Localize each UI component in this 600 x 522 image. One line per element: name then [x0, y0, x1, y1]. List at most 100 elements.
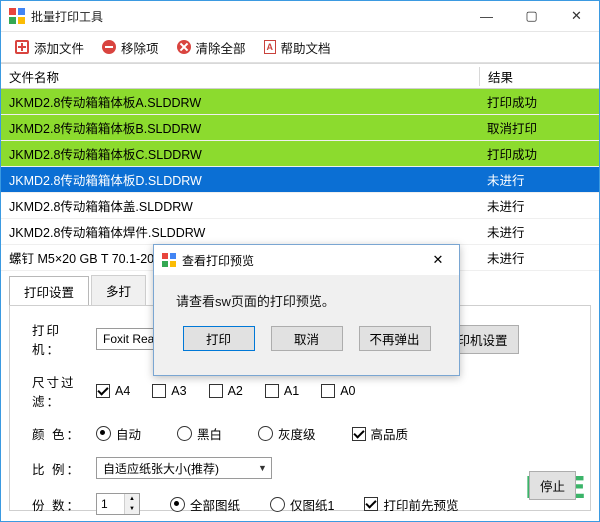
size-filter-row: 尺寸过滤： A4 A3 A2 A1 A0	[10, 372, 590, 410]
dialog-dont-show-again-button[interactable]: 不再弹出	[358, 326, 431, 351]
window-controls: — ▢ ✕	[464, 1, 599, 31]
color-gray-option[interactable]: 灰度级	[258, 424, 316, 443]
dialog-close-button[interactable]: ✕	[417, 245, 459, 275]
checkbox-a3-icon	[152, 384, 167, 398]
copies-row: 份 数： 1 ▲ ▼ 全部图纸 仅图纸1 打印前先预览	[10, 493, 590, 515]
size-filter-a1-label: A1	[283, 384, 300, 398]
size-filter-a0-label: A0	[340, 384, 356, 398]
close-button[interactable]: ✕	[554, 1, 599, 31]
checkbox-preview-icon	[364, 497, 379, 511]
checkbox-a4-icon	[96, 384, 110, 398]
column-header-name[interactable]: 文件名称	[1, 67, 479, 86]
radio-all-sheets-icon	[170, 496, 185, 512]
radio-auto-icon	[96, 426, 111, 441]
table-row-selected[interactable]: JKMD2.8传动箱箱体板D.SLDDRW 未进行	[1, 167, 599, 193]
dialog-print-button[interactable]: 打印	[182, 326, 255, 351]
radio-only-sheet1-icon	[270, 496, 286, 512]
color-row: 颜 色： 自动 黑白 灰度级 高品质	[10, 424, 590, 443]
stepper-down-icon[interactable]: ▼	[125, 504, 139, 514]
all-sheets-option[interactable]: 全部图纸	[170, 495, 240, 514]
checkbox-high-quality-icon	[351, 426, 366, 441]
radio-bw-icon	[177, 426, 193, 441]
remove-item-button[interactable]: 移除项	[94, 35, 167, 60]
size-filter-label: 尺寸过滤：	[32, 376, 76, 409]
window-title: 批量打印工具	[31, 9, 104, 24]
table-row[interactable]: JKMD2.8传动箱箱体板A.SLDDRW 打印成功	[1, 89, 599, 115]
only-sheet1-option[interactable]: 仅图纸1	[270, 495, 334, 514]
size-filter-a3[interactable]: A3	[152, 384, 187, 398]
pdf-help-icon	[263, 40, 276, 54]
size-filter-a4-label: A4	[115, 384, 131, 398]
stop-button[interactable]: 停止	[528, 471, 576, 500]
title-bar: 批量打印工具 — ▢ ✕	[1, 1, 599, 32]
checkbox-a2-icon	[208, 384, 223, 398]
printer-label: 打印机：	[32, 324, 62, 357]
size-filter-a1[interactable]: A1	[264, 384, 300, 398]
preview-before-print-option[interactable]: 打印前先预览	[364, 495, 458, 514]
tab-multi-print[interactable]: 多打	[91, 275, 147, 305]
remove-item-icon	[102, 40, 117, 54]
color-hq-label: 高品质	[370, 428, 409, 442]
dialog-title-bar: 查看打印预览 ✕	[154, 245, 459, 275]
ratio-row: 比 例： 自适应纸张大小(推荐) ▼	[10, 457, 590, 479]
maximize-button[interactable]: ▢	[509, 1, 554, 31]
size-filter-a2[interactable]: A2	[208, 384, 243, 398]
clear-all-button[interactable]: 清除全部	[169, 35, 254, 60]
copies-value[interactable]: 1	[97, 494, 124, 514]
size-filter-a2-label: A2	[227, 384, 243, 398]
dialog-title-left: 查看打印预览	[154, 252, 254, 269]
size-filter-a3-label: A3	[171, 384, 187, 398]
help-doc-label: 帮助文档	[280, 41, 331, 56]
color-auto-label: 自动	[116, 428, 142, 442]
dialog-message: 请查看sw页面的打印预览。	[176, 294, 335, 309]
toolbar: 添加文件 移除项 清除全部 帮助文档	[1, 32, 599, 63]
ratio-select[interactable]: 自适应纸张大小(推荐) ▼	[96, 457, 272, 479]
stepper-up-icon[interactable]: ▲	[125, 494, 139, 504]
file-name: JKMD2.8传动箱箱体板A.SLDDRW	[9, 96, 202, 110]
size-filter-a0[interactable]: A0	[321, 384, 355, 398]
print-preview-dialog: 查看打印预览 ✕ 请查看sw页面的打印预览。 打印 取消 不再弹出	[153, 244, 460, 376]
color-label: 颜 色：	[32, 428, 81, 442]
file-result: 取消打印	[487, 122, 538, 136]
help-doc-button[interactable]: 帮助文档	[256, 35, 339, 60]
column-header-result[interactable]: 结果	[479, 66, 599, 86]
dialog-button-row: 打印 取消 不再弹出	[154, 326, 459, 351]
dialog-cancel-button[interactable]: 取消	[270, 326, 343, 351]
add-file-icon	[15, 40, 29, 54]
color-bw-option[interactable]: 黑白	[177, 424, 222, 443]
copies-stepper[interactable]: 1 ▲ ▼	[96, 493, 140, 515]
add-file-button[interactable]: 添加文件	[7, 35, 92, 60]
table-row[interactable]: JKMD2.8传动箱箱体板B.SLDDRW 取消打印	[1, 115, 599, 141]
color-auto-option[interactable]: 自动	[96, 424, 141, 443]
clear-all-icon	[176, 40, 191, 54]
dialog-app-icon	[162, 253, 176, 267]
file-result: 未进行	[487, 226, 525, 240]
app-logo-icon	[9, 8, 25, 24]
color-gray-label: 灰度级	[278, 428, 316, 442]
ratio-label: 比 例：	[32, 462, 81, 477]
clear-all-label: 清除全部	[195, 41, 246, 56]
checkbox-a0-icon	[321, 384, 336, 398]
file-list-header: 文件名称 结果	[1, 64, 599, 89]
minimize-button[interactable]: —	[464, 1, 509, 31]
copies-label: 份 数：	[32, 498, 81, 513]
size-filter-a4[interactable]: A4	[96, 384, 130, 398]
remove-item-label: 移除项	[121, 41, 159, 56]
app-window: 批量打印工具 — ▢ ✕ 添加文件 移除项 清除全部 帮助文档 文件名称 结	[0, 0, 600, 522]
color-high-quality-option[interactable]: 高品质	[351, 424, 409, 443]
ratio-select-value: 自适应纸张大小(推荐)	[103, 461, 219, 476]
preview-before-print-label: 打印前先预览	[383, 498, 459, 513]
add-file-label: 添加文件	[34, 41, 85, 56]
table-row[interactable]: JKMD2.8传动箱箱体焊件.SLDDRW 未进行	[1, 219, 599, 245]
table-row[interactable]: JKMD2.8传动箱箱体板C.SLDDRW 打印成功	[1, 141, 599, 167]
table-row[interactable]: JKMD2.8传动箱箱体盖.SLDDRW 未进行	[1, 193, 599, 219]
file-result: 未进行	[487, 200, 525, 214]
chevron-down-icon: ▼	[258, 463, 267, 473]
radio-gray-icon	[258, 426, 274, 441]
file-result: 打印成功	[487, 96, 538, 110]
file-name: JKMD2.8传动箱箱体盖.SLDDRW	[9, 200, 193, 214]
stepper-arrows[interactable]: ▲ ▼	[124, 494, 139, 514]
tab-print-settings[interactable]: 打印设置	[9, 276, 90, 306]
file-name: JKMD2.8传动箱箱体板C.SLDDRW	[9, 148, 202, 162]
color-bw-label: 黑白	[197, 428, 223, 442]
